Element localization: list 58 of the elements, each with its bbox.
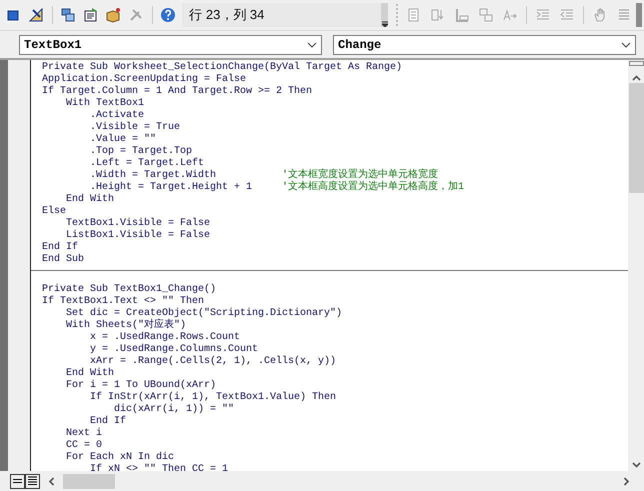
code-line: Private Sub TextBox1_Change() [42, 284, 216, 295]
scrollbar-thumb[interactable] [63, 474, 115, 489]
code-line: Next i [65, 428, 102, 439]
code-line: Else [42, 206, 66, 217]
code-line: .Top = Target.Top [89, 146, 192, 157]
code-line: .Width = Target.Width [89, 170, 218, 182]
lines-icon [28, 476, 37, 487]
split-handle[interactable] [628, 61, 644, 66]
code-comment: '文本框宽度设置为选中单元格宽度 [282, 170, 438, 181]
code-line: Private Sub Worksheet_SelectionChange(ByVal Target As Range) [42, 62, 402, 73]
procedure-view-button[interactable] [10, 474, 25, 489]
code-line: dic(xArr(i, 1)) = "" [113, 404, 234, 415]
code-line: Set dic = CreateObject("Scripting.Dictionary") [65, 308, 342, 319]
code-line: For i = 1 To UBound(xArr) [65, 380, 216, 391]
code-line: x = .UsedRange.Rows.Count [89, 332, 240, 343]
code-line: End If [42, 242, 78, 253]
code-line: .Value = "" [89, 134, 156, 145]
chevron-down-icon [307, 42, 317, 48]
object-dropdown[interactable]: TextBox1 [19, 34, 322, 54]
scroll-left-icon[interactable] [48, 477, 55, 486]
box-icon[interactable] [105, 7, 122, 23]
code-line: If Target.Column = 1 And Target.Row >= 2 Then [42, 86, 312, 97]
code-line: .Height = Target.Height + 1 [89, 182, 254, 194]
procedure-dropdown[interactable]: Change [333, 34, 636, 54]
code-line: Application.ScreenUpdating = False [42, 74, 246, 85]
scroll-right-icon[interactable] [623, 477, 630, 486]
scrollbar-thumb[interactable] [628, 83, 644, 193]
code-line: .Visible = True [89, 122, 180, 133]
chevron-down-icon [621, 42, 631, 48]
code-line: .Activate [89, 110, 144, 121]
code-line: y = .UsedRange.Columns.Count [89, 344, 258, 355]
code-line: With TextBox1 [65, 98, 144, 109]
scroll-up-icon[interactable] [632, 75, 640, 81]
code-line: End Sub [42, 254, 84, 265]
code-line: CC = 0 [65, 440, 102, 451]
scroll-down-icon[interactable] [632, 462, 640, 468]
code-line: End With [65, 368, 114, 379]
code-line: If InStr(xArr(i, 1), TextBox1.Value) Then [89, 392, 336, 403]
code-line: End With [66, 194, 114, 205]
code-line: With Sheets("对应表") [65, 320, 186, 331]
code-line: TextBox1.Visible = False [65, 218, 210, 229]
toolbar-grip[interactable] [636, 3, 642, 27]
ruler-icon[interactable] [28, 7, 44, 23]
windows-icon[interactable] [60, 7, 76, 23]
code-line: xArr = .Range(.Cells(2, 1), .Cells(x, y)) [89, 356, 336, 367]
code-line: End If [89, 416, 126, 427]
code-comment: '文本框高度设置为选中单元格高度，加1 [282, 182, 464, 193]
code-line: .Left = Target.Left [89, 158, 204, 169]
code-line: For Each xN In dic [65, 452, 174, 463]
lines-icon [13, 478, 22, 485]
cursor-position: 行 23，列 34 [182, 3, 381, 27]
card-icon[interactable] [82, 7, 99, 23]
module-view-button[interactable] [25, 474, 40, 489]
help-icon[interactable] [160, 7, 176, 23]
caret-icon[interactable] [382, 21, 388, 27]
code-line: If TextBox1.Text <> "" Then [42, 296, 204, 307]
code-line: If xN <> "" Then CC = 1 [89, 464, 228, 471]
code-line: ListBox1.Visible = False [65, 230, 210, 241]
